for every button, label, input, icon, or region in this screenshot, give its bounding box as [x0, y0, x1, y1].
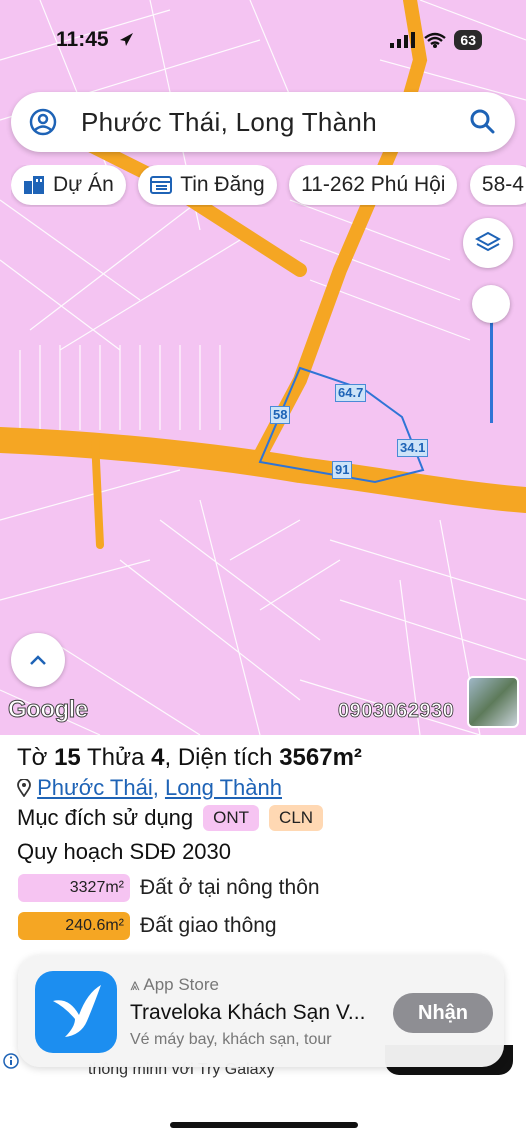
chevron-up-icon	[30, 655, 46, 665]
plot-label: Thửa	[87, 744, 145, 771]
expand-button[interactable]	[11, 633, 65, 687]
search-query[interactable]: Phước Thái, Long Thành	[81, 107, 377, 138]
plan-row: 240.6m² Đất giao thông	[18, 912, 277, 940]
get-button[interactable]: Nhận	[393, 993, 493, 1033]
contact-phone[interactable]: 0903062930	[338, 700, 455, 723]
chip-du-an[interactable]: Dự Án	[11, 165, 126, 205]
chip-recent-1[interactable]: 11-262 Phú Hội	[289, 165, 458, 205]
edge-label: 91	[332, 461, 353, 479]
chip-label: Tin Đăng	[180, 173, 265, 196]
google-logo: Google	[8, 696, 89, 724]
search-icon[interactable]	[469, 108, 495, 134]
sheet-label: Tờ	[17, 744, 48, 771]
search-bar[interactable]: Phước Thái, Long Thành	[11, 92, 515, 152]
edge-label: 58	[270, 406, 291, 424]
chip-label: 11-262 Phú Hội	[301, 173, 446, 196]
filter-chips: Dự Án Tin Đăng 11-262 Phú Hội 58-4	[11, 165, 526, 207]
status-bar: 11:45 63	[0, 24, 526, 58]
opacity-slider-knob[interactable]	[472, 285, 510, 323]
building-icon	[24, 176, 44, 194]
plan-row: 3327m² Đất ở tại nông thôn	[18, 874, 320, 902]
wifi-icon	[424, 32, 447, 48]
signal-icon	[390, 32, 416, 48]
clock: 11:45	[56, 28, 109, 51]
app-store-ad[interactable]: ⩓ App Store Traveloka Khách Sạn V... Vé …	[18, 955, 504, 1067]
listing-icon	[150, 176, 173, 194]
edge-label: 34.1	[397, 439, 429, 457]
land-purpose: Mục đích sử dụng ONT CLN	[17, 805, 324, 831]
sheet-number: 15	[54, 744, 81, 771]
store-name: App Store	[143, 975, 219, 994]
plan-title: Quy hoạch SDĐ 2030	[17, 839, 232, 864]
chip-recent-2[interactable]: 58-4	[469, 165, 526, 205]
bird-icon	[53, 985, 101, 1037]
purpose-tag-ont: ONT	[203, 805, 260, 831]
plot-number: 4	[151, 744, 165, 771]
pin-icon	[17, 778, 31, 798]
chip-tin-dang[interactable]: Tin Đăng	[138, 165, 277, 205]
ward-link[interactable]: Phước Thái	[37, 775, 153, 800]
account-icon[interactable]	[29, 108, 57, 136]
location-arrow-icon	[120, 33, 133, 46]
info-icon[interactable]	[3, 1053, 19, 1069]
home-indicator	[170, 1122, 358, 1128]
traveloka-app-icon	[35, 971, 117, 1053]
plan-label: Đất giao thông	[140, 914, 277, 937]
app-name: Traveloka Khách Sạn V...	[130, 1001, 366, 1024]
area-value: 3567m²	[279, 744, 362, 771]
battery-indicator: 63	[454, 30, 482, 50]
purpose-label: Mục đích sử dụng	[17, 805, 194, 830]
plan-area: 3327m²	[18, 874, 130, 902]
location-separator: ,	[152, 775, 159, 800]
satellite-thumbnail[interactable]	[467, 676, 519, 728]
app-subtitle: Vé máy bay, khách sạn, tour	[130, 1031, 332, 1048]
area-label: Diện tích	[177, 744, 273, 771]
map-view[interactable]: 64.7 58 34.1 91 11:45 63 Phước Thái, Lon…	[0, 0, 526, 735]
plan-label: Đất ở tại nông thôn	[140, 876, 320, 899]
chip-label: Dự Án	[53, 173, 114, 196]
parcel-location: Phước Thái, Long Thành	[17, 775, 282, 801]
store-label: ⩓ App Store	[130, 975, 219, 994]
edge-label: 64.7	[335, 384, 367, 402]
district-link[interactable]: Long Thành	[165, 775, 282, 800]
layers-icon	[475, 231, 501, 252]
layers-button[interactable]	[463, 218, 513, 268]
chip-label: 58-4	[481, 173, 524, 196]
plan-area: 240.6m²	[18, 912, 130, 940]
parcel-title: Tờ 15 Thửa 4, Diện tích 3567m²	[17, 744, 362, 771]
purpose-tag-cln: CLN	[269, 805, 324, 831]
